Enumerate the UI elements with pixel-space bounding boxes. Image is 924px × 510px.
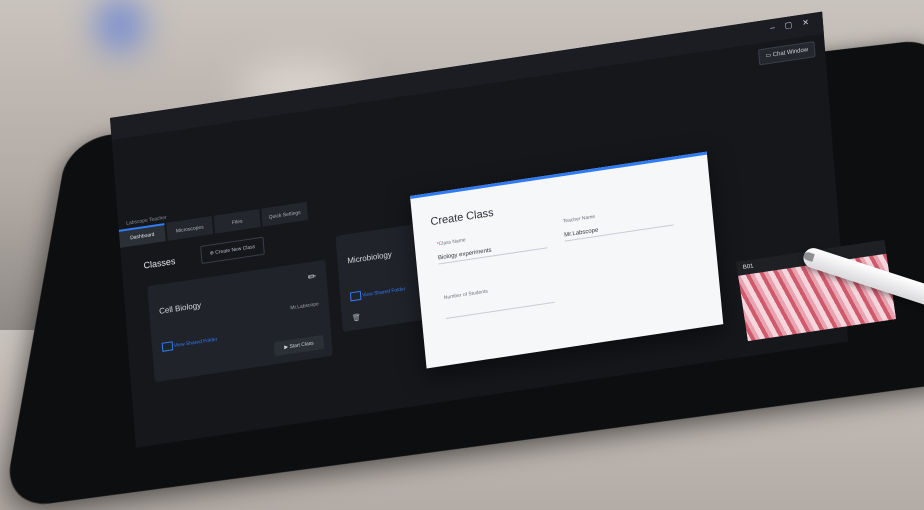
thumbnail-label: B01 (742, 263, 754, 272)
main-tabs: Dashboard Microscopes Files Quick Settin… (118, 201, 310, 248)
teacher-name: Mr.Labscope (290, 301, 320, 312)
tab-files[interactable]: Files (213, 208, 261, 234)
trash-icon[interactable]: 🗑 (352, 313, 361, 322)
view-shared-folder-link[interactable]: View Shared Folder (362, 286, 406, 298)
tab-quick-settings[interactable]: Quick Settings (261, 201, 309, 227)
monitor-icon (161, 341, 174, 352)
window-titlebar: – ▢ ✕ (110, 11, 824, 140)
tab-microscopes[interactable]: Microscopes (166, 216, 214, 241)
class-name: Cell Biology (158, 300, 202, 316)
classes-heading: Classes (143, 255, 176, 271)
edit-icon[interactable]: ✎ (306, 271, 320, 284)
class-name-label: *Class Name (436, 237, 466, 248)
monitor-icon (349, 290, 362, 302)
teacher-name-label: Teacher Name (562, 213, 596, 225)
class-name: Microbiology (347, 249, 393, 266)
window-controls[interactable]: – ▢ ✕ (770, 17, 813, 32)
number-of-students-label: Number of Students (443, 288, 489, 302)
start-class-button[interactable]: ▶ Start Class (273, 334, 325, 357)
dialog-title: Create Class (430, 206, 495, 229)
view-shared-folder-link[interactable]: View Shared Folder (174, 337, 218, 349)
chat-window-button[interactable]: ▭ Chat Window (757, 41, 816, 66)
create-new-class-button[interactable]: ⊕ Create New Class (200, 236, 265, 265)
class-card-cell-biology[interactable]: ✎ Cell Biology Mr.Labscope View Shared F… (147, 259, 333, 383)
